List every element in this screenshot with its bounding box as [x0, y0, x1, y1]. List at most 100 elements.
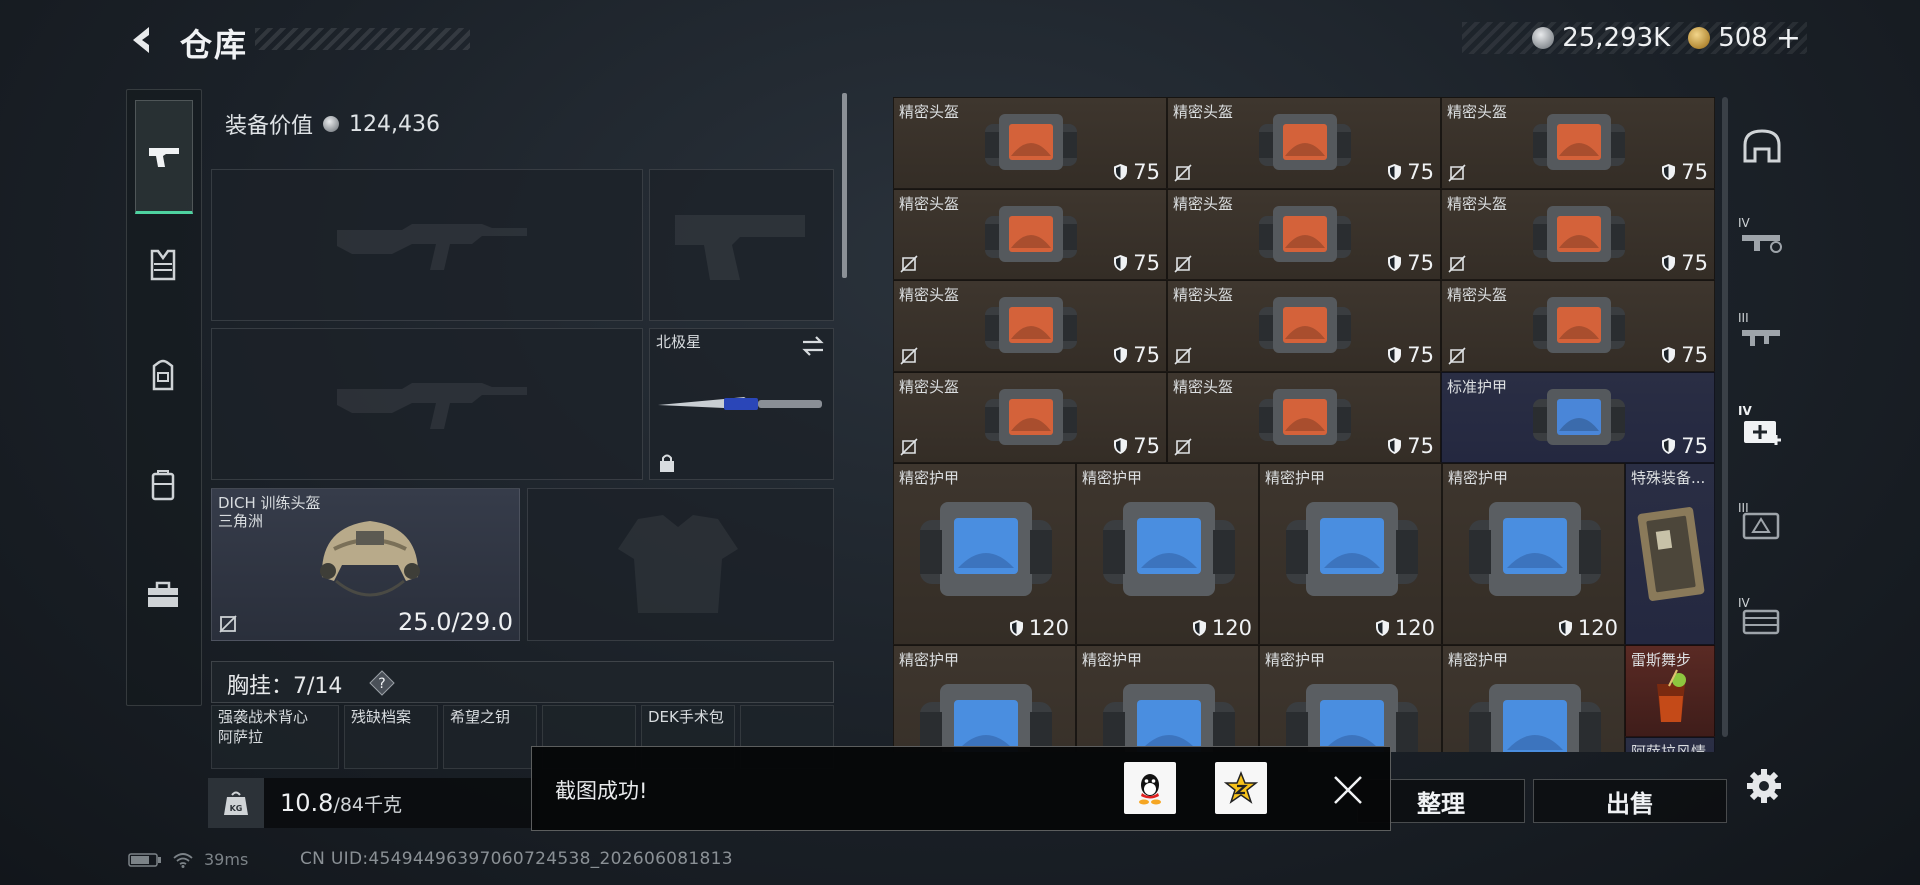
gold-amount: 508: [1718, 23, 1768, 53]
chest-item-name: DEK手术包: [648, 708, 724, 726]
melee-slot[interactable]: 北极星: [649, 328, 834, 480]
category-tab-weapons[interactable]: [135, 100, 193, 214]
item-durability: 75: [1113, 343, 1160, 367]
storage-item[interactable]: 精密护甲: [1442, 645, 1625, 752]
chest-rig-capacity: 7/14: [293, 674, 343, 699]
tier-label: IV: [1738, 404, 1752, 418]
back-button[interactable]: [122, 20, 162, 60]
weight-readout: 10.8/84千克: [280, 789, 402, 817]
item-name: 精密护甲: [1448, 469, 1509, 487]
chest-item-3[interactable]: 希望之钥: [443, 705, 537, 769]
precision-helmet-icon: [1259, 205, 1351, 262]
item-durability: 120: [1558, 616, 1618, 640]
item-name: 精密头盔: [1173, 377, 1234, 396]
helmet-map: 三角洲: [218, 512, 264, 530]
equipment-value-label: 装备价值: [225, 114, 314, 139]
item-name: 雷斯舞步: [1631, 651, 1692, 669]
side-category-case[interactable]: IV: [1736, 592, 1788, 648]
toast-close-button[interactable]: [1325, 767, 1371, 813]
item-durability-value: 75: [1407, 342, 1434, 367]
sell-button[interactable]: 出售: [1533, 779, 1727, 823]
storage-item[interactable]: 特殊装备...: [1625, 463, 1715, 645]
toolbox-icon: [148, 581, 178, 607]
storage-item[interactable]: 精密护甲 120: [1259, 463, 1442, 645]
storage-item[interactable]: 精密头盔 75: [1167, 97, 1441, 189]
add-currency-button[interactable]: +: [1776, 21, 1801, 56]
helmet-slot[interactable]: DICH 训练头盔 三角洲 25.0/29.0: [211, 488, 520, 641]
storage-item[interactable]: 标准护甲 75: [1441, 371, 1715, 463]
no-insurance-icon: [1174, 438, 1192, 456]
secondary-weapon-slot[interactable]: [211, 328, 643, 480]
storage-item[interactable]: 精密头盔 75: [893, 280, 1167, 372]
precision-armor-icon: [1468, 502, 1601, 596]
durability-shield-icon: [1114, 255, 1128, 271]
precision-helmet-icon: [1259, 297, 1351, 353]
side-category-rifle[interactable]: IV: [1736, 212, 1788, 268]
silver-coin-icon: [1532, 27, 1555, 49]
help-text: ?: [378, 676, 385, 692]
storage-item[interactable]: 精密头盔 75: [1167, 371, 1441, 463]
precision-armor-icon: [1468, 684, 1601, 752]
side-category-armor[interactable]: III: [1736, 497, 1788, 553]
settings-button[interactable]: [1742, 764, 1786, 808]
storage-item[interactable]: 精密头盔 75: [893, 371, 1167, 463]
storage-item[interactable]: 精密头盔 75: [1441, 97, 1715, 189]
storage-item[interactable]: 阿萨拉风情: [1625, 737, 1715, 752]
help-icon[interactable]: ?: [368, 669, 396, 697]
drink-icon: [1657, 669, 1686, 722]
storage-item[interactable]: 精密头盔 75: [1441, 280, 1715, 372]
precision-armor-icon: [919, 502, 1052, 596]
swap-icon[interactable]: [801, 335, 825, 357]
storage-item[interactable]: 精密护甲: [1076, 645, 1259, 752]
item-name: 精密头盔: [1447, 194, 1508, 213]
storage-item[interactable]: 精密头盔 75: [1167, 188, 1441, 280]
storage-item[interactable]: 精密头盔 75: [1167, 280, 1441, 372]
qzone-share-button[interactable]: [1215, 762, 1267, 814]
item-durability-value: 120: [1028, 616, 1069, 640]
category-tab-backpack[interactable]: [135, 320, 191, 430]
category-tab-vest[interactable]: [135, 210, 191, 320]
durability-shield-icon: [1662, 346, 1676, 363]
no-insurance-icon: [1174, 346, 1192, 365]
storage-item[interactable]: 精密头盔 75: [1441, 188, 1715, 280]
chest-item-2[interactable]: 残缺档案: [344, 705, 438, 769]
storage-item[interactable]: 精密头盔 75: [893, 188, 1167, 280]
storage-item[interactable]: 精密护甲: [893, 645, 1076, 752]
storage-item[interactable]: 精密护甲 120: [893, 463, 1076, 645]
armor-slot[interactable]: [527, 488, 834, 641]
chest-item-name: 残缺档案: [351, 708, 412, 726]
item-durability-value: 75: [1133, 434, 1160, 458]
item-name: 标准护甲: [1447, 377, 1508, 396]
category-tab-toolbox[interactable]: [135, 540, 191, 650]
no-insurance-icon: [1448, 346, 1466, 365]
category-tab-case[interactable]: [135, 430, 191, 540]
storage-item[interactable]: 精密护甲: [1259, 645, 1442, 752]
standard-armor-icon: [1533, 388, 1625, 445]
side-category-medkit[interactable]: IV: [1736, 402, 1788, 458]
precision-armor-icon: [919, 684, 1052, 752]
case-icon: [151, 470, 175, 501]
category-tabs: [126, 89, 202, 706]
helmet-icon: [320, 521, 420, 597]
no-insurance-icon: [900, 255, 918, 273]
chest-item-1[interactable]: 强袭战术背心 阿萨拉: [211, 705, 339, 769]
melee-name: 北极星: [656, 333, 702, 351]
side-category-helmet[interactable]: [1736, 119, 1788, 175]
currency-bar: 25,293K 508 +: [1462, 21, 1807, 56]
precision-armor-icon: [1285, 684, 1418, 752]
no-insurance-icon: [1448, 255, 1466, 273]
item-durability: 75: [1661, 434, 1708, 458]
primary-weapon-slot[interactable]: [211, 169, 643, 321]
pistol-slot[interactable]: [649, 169, 834, 321]
storage-item[interactable]: 精密护甲 120: [1442, 463, 1625, 645]
qq-share-button[interactable]: [1124, 762, 1176, 814]
storage-item[interactable]: 雷斯舞步: [1625, 645, 1715, 737]
helmet-durability: 25.0/29.0: [398, 608, 513, 636]
tier-label: III: [1738, 311, 1749, 325]
item-durability-value: 75: [1133, 251, 1160, 275]
equipment-scrollbar[interactable]: [842, 93, 847, 278]
side-category-smg[interactable]: III: [1736, 307, 1788, 363]
storage-item[interactable]: 精密护甲 120: [1076, 463, 1259, 645]
gold-currency[interactable]: 508 +: [1688, 21, 1801, 56]
storage-item[interactable]: 精密头盔 75: [893, 97, 1167, 189]
